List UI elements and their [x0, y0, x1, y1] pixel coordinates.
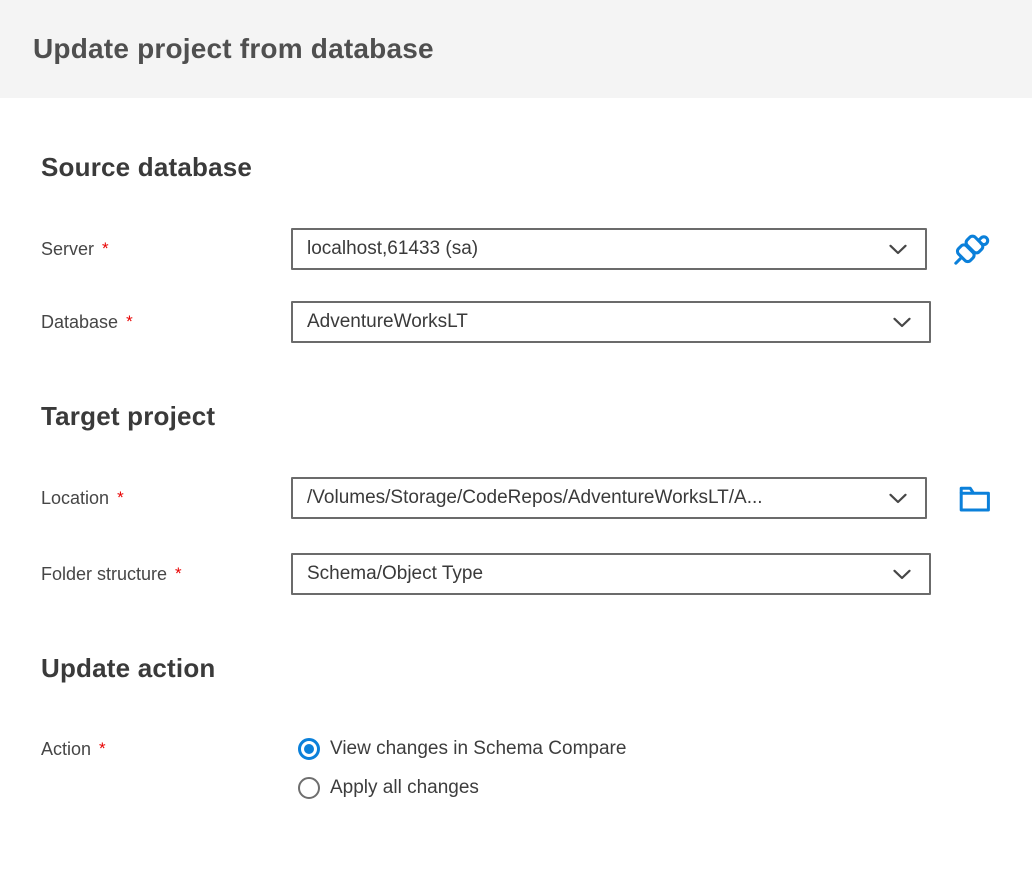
action-label-text: Action: [41, 739, 92, 759]
folder-structure-label: Folder structure *: [41, 562, 291, 586]
server-row: Server * localhost,61433 (sa): [41, 228, 992, 270]
database-row: Database * AdventureWorksLT: [41, 301, 992, 343]
radio-view-changes-label: View changes in Schema Compare: [330, 738, 627, 759]
location-dropdown[interactable]: /Volumes/Storage/CodeRepos/AdventureWork…: [291, 477, 928, 519]
folder-structure-label-text: Folder structure: [41, 564, 168, 584]
location-label-text: Location: [41, 488, 110, 508]
required-asterisk: *: [126, 312, 133, 331]
server-label-text: Server: [41, 239, 95, 259]
section-heading-update-action: Update action: [41, 653, 216, 683]
database-dropdown-value: AdventureWorksLT: [307, 311, 468, 332]
folder-structure-dropdown[interactable]: Schema/Object Type: [291, 553, 931, 595]
radio-view-changes-in-schema-compare[interactable]: View changes in Schema Compare: [298, 737, 626, 761]
connect-plug-icon[interactable]: [948, 228, 992, 270]
chevron-down-icon: [889, 244, 907, 255]
chevron-down-icon: [893, 569, 911, 580]
required-asterisk: *: [102, 239, 109, 258]
required-asterisk: *: [175, 564, 182, 583]
action-label: Action *: [41, 737, 291, 761]
required-asterisk: *: [99, 739, 106, 758]
chevron-down-icon: [889, 493, 907, 504]
radio-apply-all-changes[interactable]: Apply all changes: [298, 776, 626, 800]
required-asterisk: *: [117, 488, 124, 507]
action-row: Action * View changes in Schema Compare A…: [41, 737, 992, 800]
dialog-body: Source database Server * localhost,61433 …: [0, 152, 1032, 840]
location-label: Location *: [41, 486, 291, 510]
radio-apply-all-label: Apply all changes: [330, 777, 479, 798]
dialog-title: Update project from database: [33, 33, 434, 64]
server-label: Server *: [41, 237, 291, 261]
section-heading-source-database: Source database: [41, 152, 253, 182]
database-label: Database *: [41, 310, 291, 334]
location-dropdown-value: /Volumes/Storage/CodeRepos/AdventureWork…: [307, 487, 763, 508]
database-label-text: Database: [41, 312, 119, 332]
dialog-header: Update project from database: [0, 0, 1032, 98]
database-dropdown[interactable]: AdventureWorksLT: [291, 301, 931, 343]
folder-structure-dropdown-value: Schema/Object Type: [307, 563, 484, 584]
server-dropdown[interactable]: localhost,61433 (sa): [291, 228, 927, 270]
folder-structure-row: Folder structure * Schema/Object Type: [41, 553, 992, 595]
radio-button-icon: [298, 777, 320, 799]
radio-button-icon: [298, 738, 320, 760]
server-dropdown-value: localhost,61433 (sa): [307, 238, 479, 259]
folder-icon[interactable]: [958, 477, 992, 519]
chevron-down-icon: [893, 317, 911, 328]
action-radio-group: View changes in Schema Compare Apply all…: [291, 737, 626, 800]
section-heading-target-project: Target project: [41, 401, 216, 431]
location-row: Location * /Volumes/Storage/CodeRepos/Adv…: [41, 477, 992, 519]
